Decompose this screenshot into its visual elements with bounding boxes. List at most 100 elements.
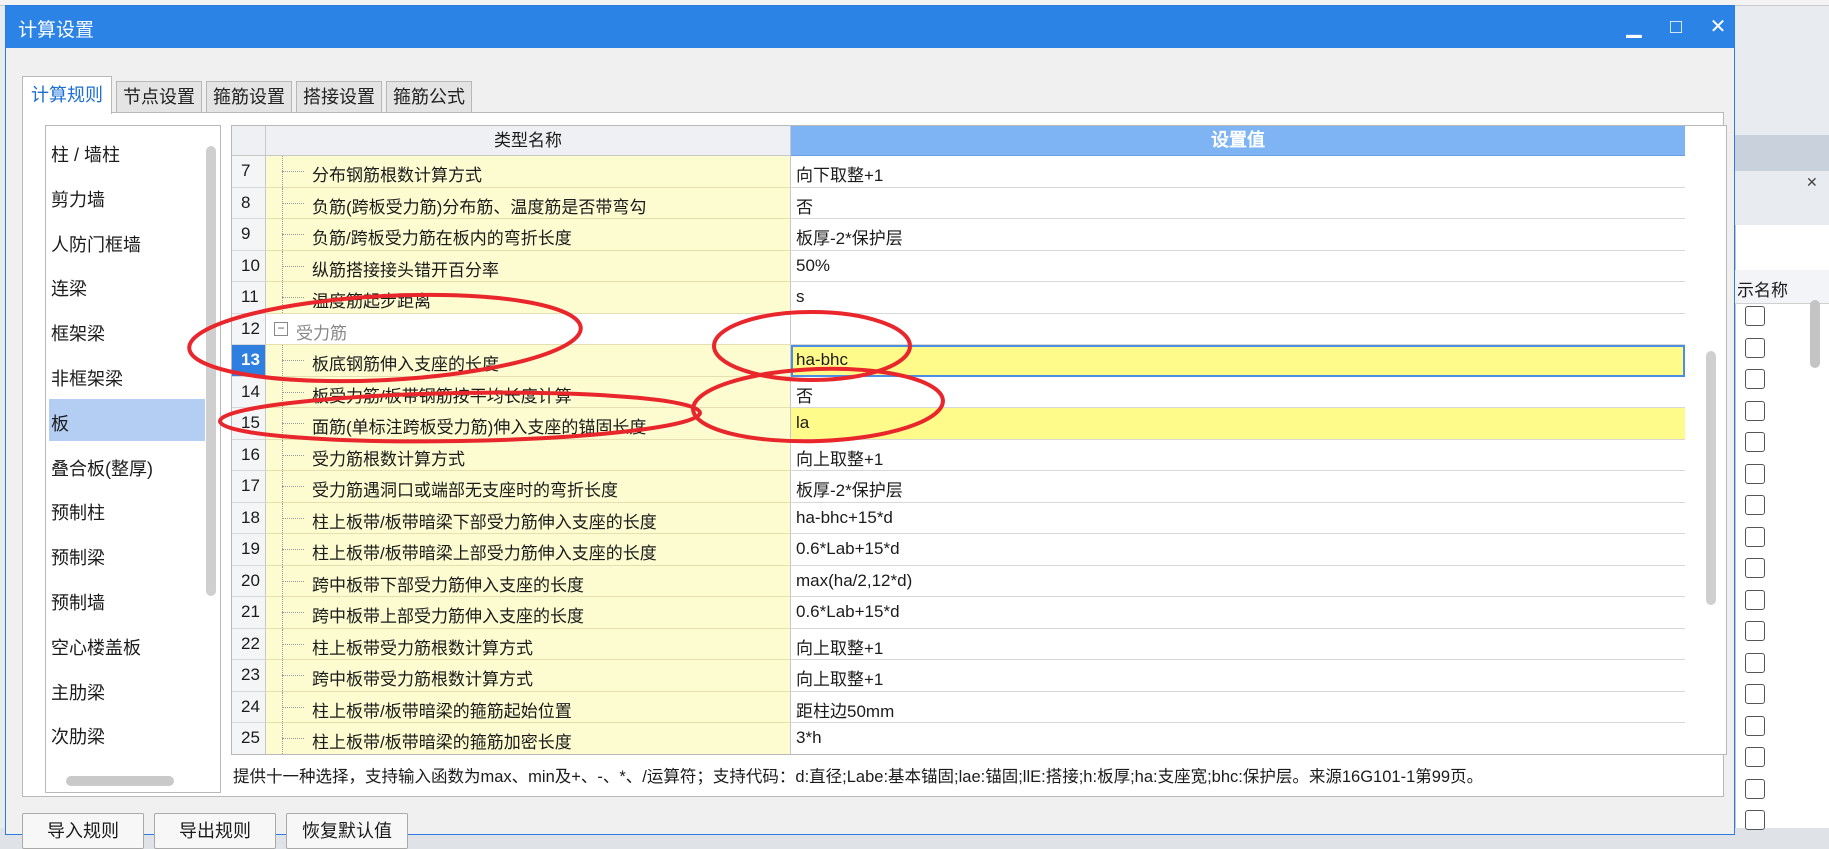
row-setting-value[interactable]: 向上取整+1 <box>791 628 1685 660</box>
table-row[interactable]: 8 负筋(跨板受力筋)分布筋、温度筋是否带弯勾 否 <box>232 187 1685 219</box>
background-checkbox[interactable] <box>1745 432 1765 452</box>
row-setting-value[interactable]: 50% <box>791 250 1685 282</box>
component-list-item[interactable]: 空心楼盖板 <box>49 623 205 665</box>
row-setting-value[interactable]: 向上取整+1 <box>791 660 1685 692</box>
background-scrollbar[interactable] <box>1810 300 1820 368</box>
row-setting-value[interactable]: ha-bhc+15*d <box>791 502 1685 534</box>
tab-stirrup-formula[interactable]: 箍筋公式 <box>386 81 472 113</box>
tab-calc-rules[interactable]: 计算规则 <box>22 76 112 114</box>
row-setting-value[interactable]: 0.6*Lab+15*d <box>791 534 1685 566</box>
row-setting-value[interactable]: 0.6*Lab+15*d <box>791 597 1685 629</box>
row-type-name: 纵筋搭接接头错开百分率 <box>266 250 791 282</box>
background-checkbox[interactable] <box>1745 463 1765 484</box>
grid-vertical-scrollbar[interactable] <box>1706 351 1716 605</box>
row-type-name: − 受力筋 <box>266 313 791 345</box>
table-row[interactable]: 21 跨中板带上部受力筋伸入支座的长度 0.6*Lab+15*d <box>232 597 1685 629</box>
component-list-item[interactable]: 叠合板(整厚) <box>49 444 205 486</box>
row-type-name: 柱上板带/板带暗梁的箍筋加密长度 <box>266 723 791 754</box>
table-row[interactable]: 9 负筋/跨板受力筋在板内的弯折长度 板厚-2*保护层 <box>232 219 1685 251</box>
row-setting-value[interactable]: 距柱边50mm <box>791 691 1685 723</box>
background-checkbox[interactable] <box>1745 684 1765 704</box>
background-checkbox[interactable] <box>1745 306 1765 326</box>
table-row[interactable]: 18 柱上板带/板带暗梁下部受力筋伸入支座的长度 ha-bhc+15*d <box>232 502 1685 534</box>
table-row[interactable]: 10 纵筋搭接接头错开百分率 50% <box>232 250 1685 282</box>
row-type-name: 分布钢筋根数计算方式 <box>266 156 791 188</box>
component-list-item[interactable]: 连梁 <box>49 264 205 306</box>
export-rules-button[interactable]: 导出规则 <box>154 813 276 849</box>
background-checkbox[interactable] <box>1745 558 1765 578</box>
maximize-icon[interactable]: □ <box>1658 12 1694 42</box>
component-list-item[interactable]: 预制墙 <box>49 578 205 620</box>
background-checkbox[interactable] <box>1745 778 1765 799</box>
table-row[interactable]: 24 柱上板带/板带暗梁的箍筋起始位置 距柱边50mm <box>232 691 1685 723</box>
background-checkbox[interactable] <box>1745 337 1765 358</box>
row-setting-value[interactable]: ha-bhc <box>791 345 1685 377</box>
row-number: 13 <box>232 345 266 377</box>
background-checkbox[interactable] <box>1745 747 1765 767</box>
background-checkbox[interactable] <box>1745 652 1765 673</box>
row-setting-value[interactable]: 板厚-2*保护层 <box>791 219 1685 251</box>
background-checkbox[interactable] <box>1745 621 1765 641</box>
list-horizontal-scrollbar[interactable] <box>66 776 174 786</box>
component-list-item[interactable]: 柱 / 墙柱 <box>49 130 205 172</box>
close-icon[interactable]: ✕ <box>1700 12 1736 42</box>
table-row[interactable]: 7 分布钢筋根数计算方式 向下取整+1 <box>232 156 1685 188</box>
row-setting-value[interactable] <box>791 313 1685 345</box>
row-setting-value[interactable]: la <box>791 408 1685 440</box>
table-row[interactable]: 19 柱上板带/板带暗梁上部受力筋伸入支座的长度 0.6*Lab+15*d <box>232 534 1685 566</box>
header-type-name: 类型名称 <box>266 126 791 156</box>
component-list-item[interactable]: 预制梁 <box>49 533 205 575</box>
row-setting-value[interactable]: 3*h <box>791 723 1685 754</box>
background-close-icon[interactable]: ✕ <box>1806 174 1818 191</box>
component-list-item[interactable]: 剪力墙 <box>49 175 205 217</box>
row-type-name-text: 柱上板带/板带暗梁的箍筋起始位置 <box>312 701 572 721</box>
background-checkbox[interactable] <box>1745 400 1765 421</box>
component-list-item[interactable]: 框架梁 <box>49 309 205 351</box>
row-type-name-text: 柱上板带受力筋根数计算方式 <box>312 638 533 658</box>
minimize-icon[interactable]: ▁ <box>1616 12 1652 42</box>
table-row[interactable]: 17 受力筋遇洞口或端部无支座时的弯折长度 板厚-2*保护层 <box>232 471 1685 503</box>
row-setting-value[interactable]: 向下取整+1 <box>791 156 1685 188</box>
background-checkbox[interactable] <box>1745 526 1765 547</box>
tab-stirrup-settings[interactable]: 箍筋设置 <box>206 81 292 113</box>
table-row[interactable]: 20 跨中板带下部受力筋伸入支座的长度 max(ha/2,12*d) <box>232 565 1685 597</box>
row-setting-value[interactable]: 板厚-2*保护层 <box>791 471 1685 503</box>
table-row[interactable]: 11 温度筋起步距离 s <box>232 282 1685 314</box>
background-checkbox[interactable] <box>1745 495 1765 515</box>
table-row[interactable]: 15 面筋(单标注跨板受力筋)伸入支座的锚固长度 la <box>232 408 1685 440</box>
component-list-item[interactable]: 主肋梁 <box>49 668 205 710</box>
table-row[interactable]: 22 柱上板带受力筋根数计算方式 向上取整+1 <box>232 628 1685 660</box>
tab-node-settings[interactable]: 节点设置 <box>116 81 202 113</box>
row-setting-value[interactable]: max(ha/2,12*d) <box>791 565 1685 597</box>
collapse-icon[interactable]: − <box>274 321 288 336</box>
row-setting-value[interactable]: 否 <box>791 376 1685 408</box>
component-list-item[interactable]: 板 <box>49 398 205 441</box>
component-list-item[interactable]: 非框架梁 <box>49 354 205 396</box>
table-row[interactable]: 23 跨中板带受力筋根数计算方式 向上取整+1 <box>232 660 1685 692</box>
table-row[interactable]: 12− 受力筋 <box>232 313 1685 345</box>
background-checkbox[interactable] <box>1745 810 1765 830</box>
background-checkbox[interactable] <box>1745 369 1765 389</box>
table-row[interactable]: 13 板底钢筋伸入支座的长度 ha-bhc <box>232 345 1685 377</box>
restore-defaults-button[interactable]: 恢复默认值 <box>286 813 408 849</box>
component-list-item[interactable]: 预制柱 <box>49 488 205 530</box>
row-setting-value[interactable]: s <box>791 282 1685 314</box>
table-row[interactable]: 25 柱上板带/板带暗梁的箍筋加密长度 3*h <box>232 723 1685 754</box>
table-row[interactable]: 14 板受力筋/板带钢筋按平均长度计算 否 <box>232 376 1685 408</box>
row-number: 16 <box>232 439 266 471</box>
import-rules-button[interactable]: 导入规则 <box>22 813 144 849</box>
background-checkbox[interactable] <box>1745 715 1765 736</box>
row-number: 8 <box>232 187 266 219</box>
row-type-name-text: 受力筋 <box>296 323 347 343</box>
row-setting-value[interactable]: 向上取整+1 <box>791 439 1685 471</box>
list-vertical-scrollbar[interactable] <box>206 146 216 596</box>
background-checkbox[interactable] <box>1745 589 1765 610</box>
tab-lap-settings[interactable]: 搭接设置 <box>296 81 382 113</box>
component-list-item[interactable]: 次肋梁 <box>49 712 205 754</box>
row-type-name: 面筋(单标注跨板受力筋)伸入支座的锚固长度 <box>266 408 791 440</box>
row-setting-value[interactable]: 否 <box>791 187 1685 219</box>
table-row[interactable]: 16 受力筋根数计算方式 向上取整+1 <box>232 439 1685 471</box>
row-type-name: 温度筋起步距离 <box>266 282 791 314</box>
row-type-name: 柱上板带/板带暗梁上部受力筋伸入支座的长度 <box>266 534 791 566</box>
component-list-item[interactable]: 人防门框墙 <box>49 220 205 262</box>
